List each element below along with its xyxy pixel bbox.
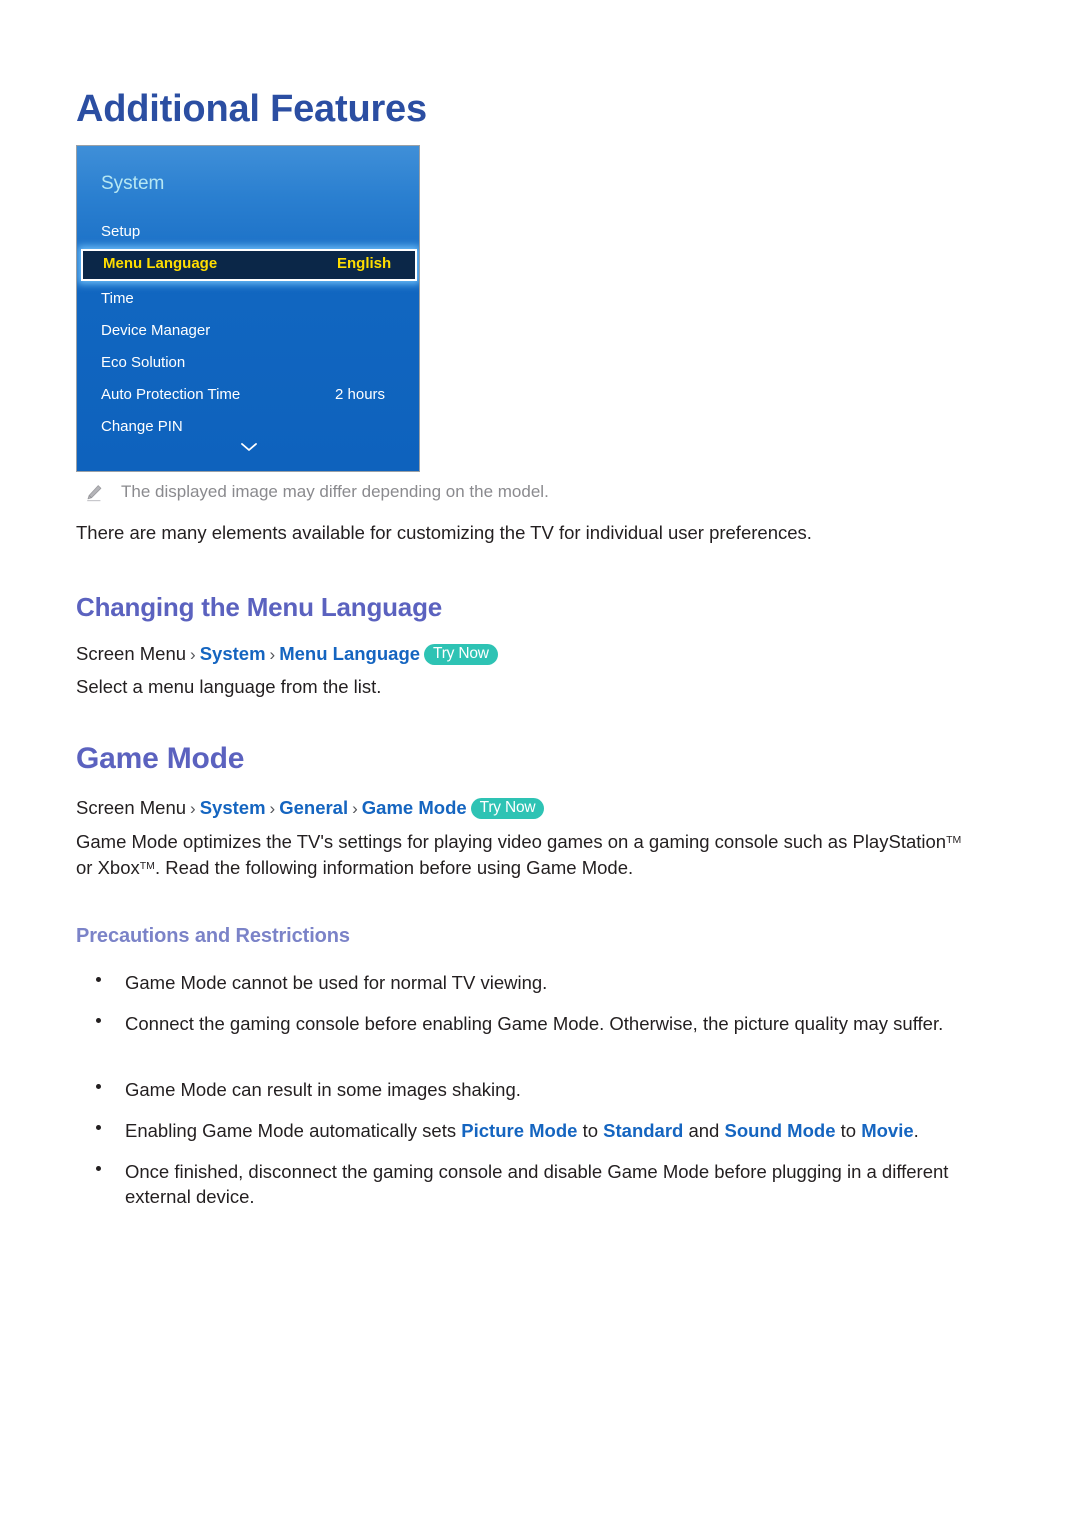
list-item-text-part: . [913,1120,919,1141]
page-title: Additional Features [76,88,427,131]
tv-menu-row-change-pin[interactable]: Change PIN [77,413,419,443]
bullet-dot-icon [96,1084,101,1089]
breadcrumb-item-general[interactable]: General [279,797,348,818]
tv-menu-row-value: 2 hours [335,386,386,403]
list-item-text: Game Mode cannot be used for normal TV v… [125,972,548,993]
list-item-text-part: Enabling Game Mode automatically sets [125,1120,462,1141]
list-item: Once finished, disconnect the gaming con… [76,1159,986,1209]
image-note: The displayed image may differ depending… [76,482,956,508]
list-item: Game Mode cannot be used for normal TV v… [76,970,986,995]
bullet-dot-icon [96,977,101,982]
bullet-dot-icon [96,1166,101,1171]
chevron-down-icon[interactable] [77,441,419,456]
section-body-menu-language: Select a menu language from the list. [76,676,382,697]
term-standard: Standard [603,1120,684,1141]
breadcrumb-item-system[interactable]: System [200,643,266,664]
breadcrumb-game-mode: Screen Menu › System › General › Game Mode Try … [76,795,976,821]
term-picture-mode: Picture Mode [461,1120,578,1141]
tv-menu-row-label: Device Manager [101,322,211,339]
bullet-dot-icon [96,1125,101,1130]
try-now-badge[interactable]: Try Now [470,798,545,819]
breadcrumb-item-game-mode[interactable]: Game Mode [362,797,467,818]
breadcrumb-separator-icon: › [190,645,196,664]
pencil-icon [84,483,104,503]
breadcrumb-separator-icon: › [352,799,358,818]
term-sound-mode: Sound Mode [724,1120,836,1141]
tv-menu-row-setup[interactable]: Setup [77,218,419,248]
tv-menu-row-auto-protection-time[interactable]: Auto Protection Time 2 hours [77,381,419,411]
breadcrumb-separator-icon: › [269,645,276,664]
tv-menu-screenshot: System Setup Menu Language English Time … [76,145,420,472]
intro-paragraph: There are many elements available for cu… [76,522,812,543]
list-item-text: Enabling Game Mode automatically sets Pi… [125,1118,986,1143]
list-item-text-part: and [683,1120,725,1141]
list-item-text: Once finished, disconnect the gaming con… [125,1161,949,1207]
tv-menu-row-eco-solution[interactable]: Eco Solution [77,349,419,379]
tv-menu-row-label: Eco Solution [101,354,186,371]
game-mode-text-part1: Game Mode optimizes the TV's settings fo… [76,831,947,852]
try-now-badge[interactable]: Try Now [424,644,498,665]
list-item: Enabling Game Mode automatically sets Pi… [76,1118,986,1143]
tv-menu-row-time[interactable]: Time [77,285,419,315]
tv-menu-row-label: Time [101,290,134,307]
document-page: Additional Features System Setup Menu La… [0,0,1080,1527]
list-item-text: Connect the gaming console before enabli… [125,1013,944,1034]
tv-menu-row-value: English [337,255,392,272]
tv-menu-header: System [101,173,165,194]
breadcrumb-item-menu-language[interactable]: Menu Language [279,643,420,664]
section-heading-menu-language: Changing the Menu Language [76,592,443,622]
tv-menu-row-label: Menu Language [103,255,218,272]
subheading-precautions: Precautions and Restrictions [76,925,350,947]
breadcrumb-menu-language: Screen Menu › System › Menu Language Try Now [76,641,976,667]
list-item-text: Game Mode can result in some images shak… [125,1079,521,1100]
breadcrumb-separator-icon: › [269,799,276,818]
game-mode-text-part3: . Read the following information before … [154,857,634,878]
breadcrumb-root: Screen Menu [76,643,187,664]
tv-menu-row-menu-language[interactable]: Menu Language English [81,249,417,281]
tv-menu-row-label: Change PIN [101,418,183,435]
list-item-text-part: to [835,1120,862,1141]
trademark-symbol: TM [139,860,155,872]
breadcrumb-item-system[interactable]: System [200,797,266,818]
list-item-text-part: to [577,1120,604,1141]
list-item: Game Mode can result in some images shak… [76,1077,986,1102]
term-movie: Movie [861,1120,914,1141]
breadcrumb-separator-icon: › [190,799,196,818]
game-mode-text-part2: or Xbox [76,857,140,878]
section-heading-game-mode: Game Mode [76,742,245,775]
image-note-text: The displayed image may differ depending… [121,482,549,501]
trademark-symbol: TM [946,834,962,846]
tv-menu-row-label: Auto Protection Time [101,386,241,403]
section-body-game-mode: Game Mode optimizes the TV's settings fo… [76,828,966,880]
bullet-dot-icon [96,1018,101,1023]
list-item: Connect the gaming console before enabli… [76,1011,986,1036]
tv-menu-row-label: Setup [101,223,141,240]
breadcrumb-root: Screen Menu [76,797,187,818]
tv-menu-row-device-manager[interactable]: Device Manager [77,317,419,347]
